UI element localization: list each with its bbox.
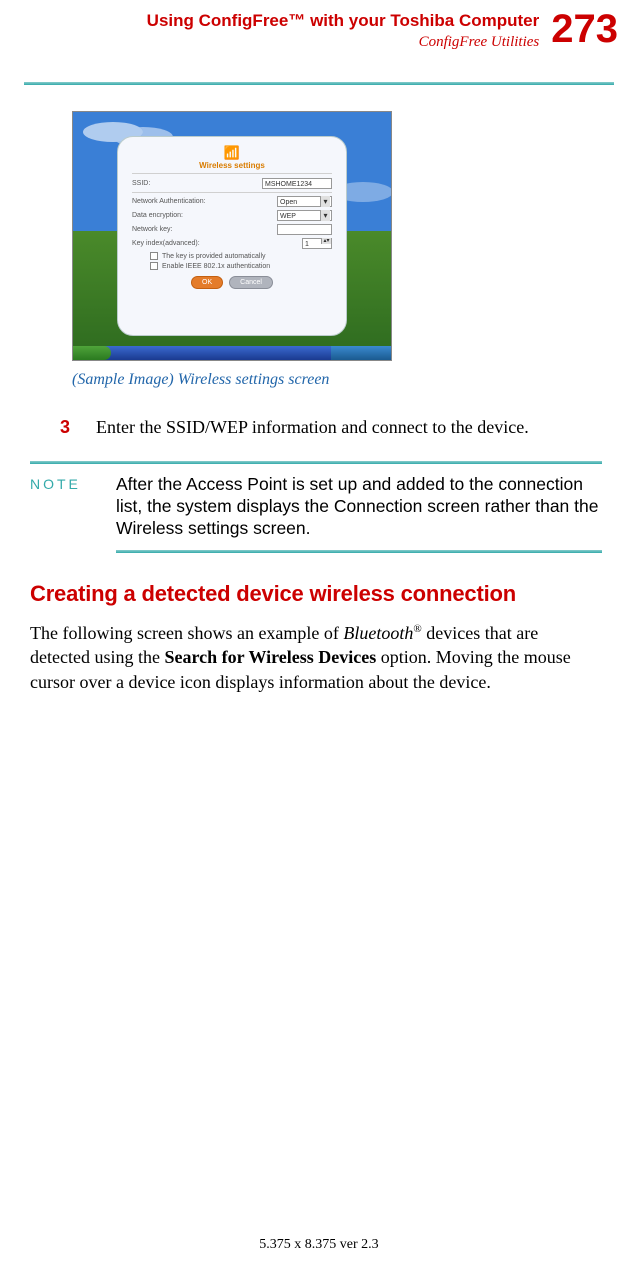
checkbox-icon (150, 252, 158, 260)
auth-label: Network Authentication: (132, 198, 273, 205)
page-content: 📶 Wireless settings SSID: MSHOME1234 Net… (0, 85, 638, 694)
antenna-icon: 📶 (224, 145, 240, 161)
chapter-title-text: Using ConfigFree™ with your Toshiba Comp… (147, 11, 540, 30)
panel-divider (132, 192, 332, 193)
enc-label: Data encryption: (132, 212, 273, 219)
page-footer: 5.375 x 8.375 ver 2.3 (0, 1237, 638, 1253)
section-heading: Creating a detected device wireless conn… (30, 581, 608, 607)
body-text-a: The following screen shows an example of (30, 623, 343, 643)
note-block: NOTE After the Access Point is set up an… (30, 474, 600, 540)
page-header: Using ConfigFree™ with your Toshiba Comp… (0, 0, 638, 56)
index-label: Key index(advanced): (132, 240, 298, 247)
screenshot-caption: (Sample Image) Wireless settings screen (72, 371, 608, 389)
body-paragraph: The following screen shows an example of… (30, 621, 602, 694)
key-label: Network key: (132, 226, 273, 233)
start-button[interactable] (73, 346, 111, 360)
ieee-label: Enable IEEE 802.1x authentication (162, 263, 270, 270)
ieee-checkbox-row[interactable]: Enable IEEE 802.1x authentication (150, 262, 332, 270)
ssid-row: SSID: MSHOME1234 (132, 178, 332, 189)
bold-phrase: Search for Wireless Devices (164, 647, 376, 667)
ssid-label: SSID: (132, 180, 258, 187)
registered-mark: ® (413, 623, 421, 635)
step-item: 3 Enter the SSID/WEP information and con… (60, 415, 600, 439)
note-top-rule (30, 461, 602, 464)
enc-dropdown[interactable]: WEP (277, 210, 332, 221)
note-text: After the Access Point is set up and add… (116, 474, 600, 540)
step-text: Enter the SSID/WEP information and conne… (96, 415, 529, 439)
checkbox-icon (150, 262, 158, 270)
panel-title: Wireless settings (132, 161, 332, 174)
index-spinner[interactable]: 1 (302, 238, 332, 249)
taskbar (73, 346, 391, 360)
auth-dropdown[interactable]: Open (277, 196, 332, 207)
auto-key-checkbox-row[interactable]: The key is provided automatically (150, 252, 332, 260)
page-number: 273 (551, 10, 618, 48)
panel-buttons: OK Cancel (132, 276, 332, 289)
step-number: 3 (60, 415, 70, 439)
note-label: NOTE (30, 474, 94, 540)
chapter-title: Using ConfigFree™ with your Toshiba Comp… (147, 10, 540, 52)
system-tray (331, 346, 391, 360)
note-bottom-rule (116, 550, 602, 553)
enc-row: Data encryption: WEP (132, 210, 332, 221)
key-input[interactable] (277, 224, 332, 235)
key-row: Network key: (132, 224, 332, 235)
chapter-subtitle: ConfigFree Utilities (147, 33, 540, 52)
auth-row: Network Authentication: Open (132, 196, 332, 207)
auto-key-label: The key is provided automatically (162, 253, 266, 260)
index-row: Key index(advanced): 1 (132, 238, 332, 249)
sample-screenshot: 📶 Wireless settings SSID: MSHOME1234 Net… (72, 111, 392, 361)
panel-header: 📶 (132, 145, 332, 161)
bluetooth-word: Bluetooth (343, 623, 413, 643)
ok-button[interactable]: OK (191, 276, 223, 289)
ssid-input[interactable]: MSHOME1234 (262, 178, 332, 189)
cancel-button[interactable]: Cancel (229, 276, 273, 289)
wireless-settings-panel: 📶 Wireless settings SSID: MSHOME1234 Net… (117, 136, 347, 336)
